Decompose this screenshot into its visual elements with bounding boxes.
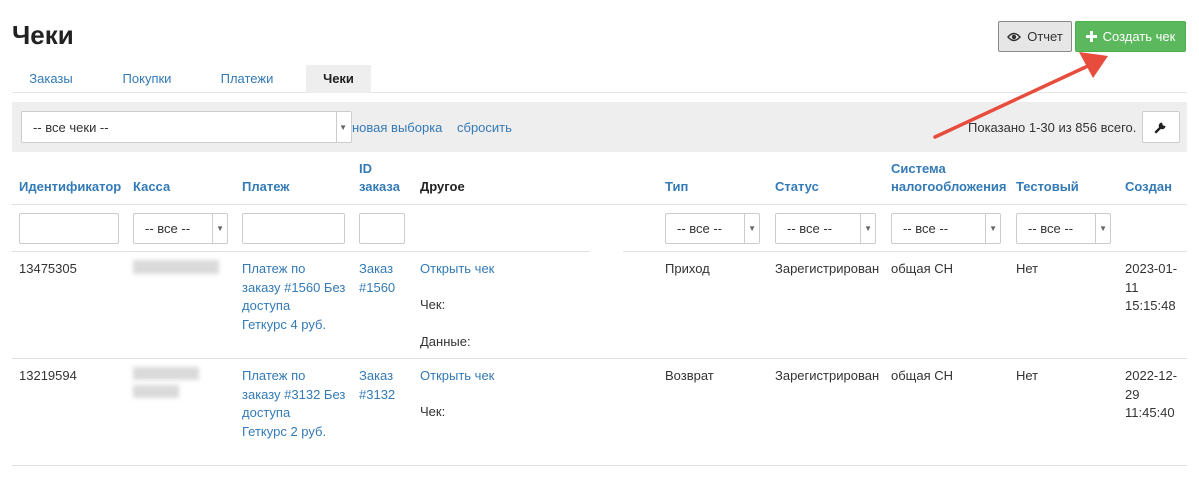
red-arrow-icon — [933, 52, 1108, 139]
